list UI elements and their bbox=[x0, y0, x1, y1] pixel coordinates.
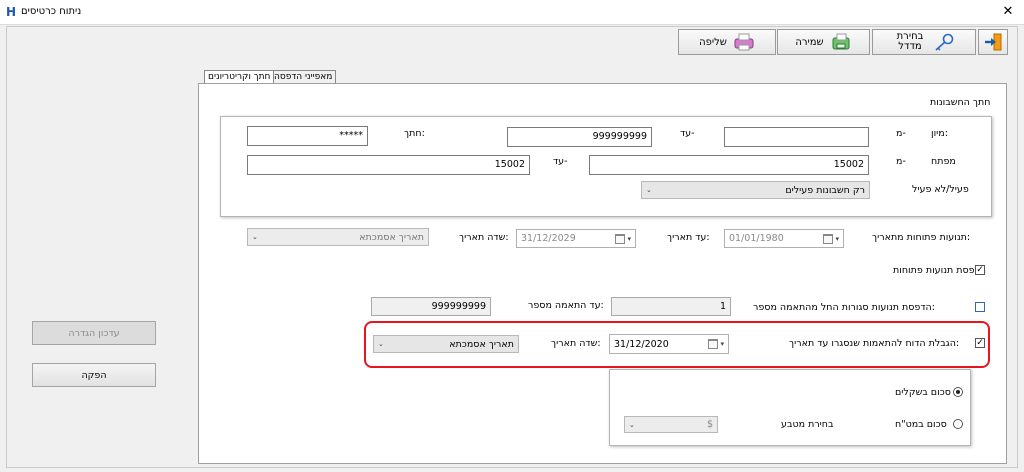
cut-input[interactable]: ***** bbox=[247, 126, 368, 146]
exit-button[interactable] bbox=[978, 29, 1008, 55]
print-open-label: הדפסת תנועות פתוחות bbox=[893, 265, 986, 276]
exit-door-icon bbox=[985, 33, 1002, 51]
key-to-label: עד- bbox=[553, 156, 568, 167]
summary-groupbox bbox=[609, 369, 971, 446]
account-section-title: חתך החשבונות bbox=[930, 97, 991, 108]
run-button[interactable]: הפקה bbox=[32, 363, 156, 387]
radio-dot bbox=[956, 390, 960, 394]
key-to-input[interactable]: 15002 bbox=[247, 155, 530, 175]
sort-from-input[interactable] bbox=[724, 127, 869, 147]
send-label: שליפה bbox=[699, 36, 727, 48]
save-icon bbox=[832, 33, 850, 50]
sort-label: מיון: bbox=[931, 128, 948, 139]
closed-matches-label: הדפסת תנועות סגורות החל מהתאמה מספר: bbox=[753, 302, 935, 313]
shekels-radio[interactable] bbox=[953, 387, 963, 397]
shekels-label: סכום בשקלים bbox=[895, 387, 951, 398]
sort-to-label: עד- bbox=[680, 128, 695, 139]
closed-to-label: עד התאמה מספר: bbox=[528, 300, 604, 311]
save-label: שמירה bbox=[795, 36, 824, 48]
open-date-field-label: שדה תאריך: bbox=[459, 232, 509, 243]
close-icon[interactable]: ✕ bbox=[996, 2, 1020, 22]
key-from-input[interactable]: 15002 bbox=[589, 155, 869, 175]
tab-print-properties[interactable]: מאפייני הדפסה bbox=[270, 70, 337, 84]
open-date-field-value: תאריך אסמכתא bbox=[359, 231, 424, 243]
update-setting-button[interactable]: עדכון הגדרה bbox=[32, 321, 156, 345]
key-icon bbox=[935, 33, 954, 51]
send-button[interactable]: שליפה bbox=[678, 29, 776, 55]
open-to-date-value: 31/12/2029 bbox=[521, 233, 576, 244]
closed-from-input[interactable]: 1 bbox=[611, 297, 731, 316]
printer-icon bbox=[734, 33, 754, 51]
currency-value: $ bbox=[706, 419, 713, 430]
chevron-down-icon: ▾ bbox=[627, 234, 631, 243]
app-icon: H bbox=[6, 5, 17, 19]
foreign-radio[interactable] bbox=[953, 419, 963, 429]
key-label: מפתח bbox=[931, 156, 956, 167]
chevron-down-icon: ▾ bbox=[835, 234, 839, 243]
active-label: פעיל/לא פעיל bbox=[912, 184, 969, 195]
active-select-value: רק חשבונות פעילים bbox=[785, 184, 865, 196]
active-select[interactable]: ⌄ רק חשבונות פעילים bbox=[641, 181, 870, 199]
key-from-label: מ- bbox=[896, 156, 906, 167]
cut-label: חתך: bbox=[404, 128, 425, 139]
window-title: ניתוח כרטיסים bbox=[21, 6, 82, 17]
calendar-icon bbox=[615, 233, 626, 244]
choose-index-button[interactable]: בחירת מדדל bbox=[872, 29, 976, 55]
sort-from-label: מ- bbox=[896, 128, 906, 139]
choose-index-label: בחירת מדדל bbox=[896, 31, 924, 52]
currency-label: בחירת מטבע bbox=[781, 419, 834, 430]
closed-matches-checkbox[interactable] bbox=[975, 302, 985, 312]
currency-select[interactable]: ⌄ $ bbox=[624, 416, 718, 433]
print-open-checkbox[interactable]: ✓ bbox=[975, 265, 985, 275]
save-button[interactable]: שמירה bbox=[777, 29, 870, 55]
foreign-label: סכום במט"ח bbox=[895, 419, 947, 430]
title-bar: H ניתוח כרטיסים ✕ bbox=[0, 0, 1024, 25]
open-date-field-select[interactable]: ⌄ תאריך אסמכתא bbox=[247, 228, 429, 246]
sort-to-input[interactable]: 999999999 bbox=[507, 127, 652, 147]
tab-criteria[interactable]: חתך וקריטריונים bbox=[204, 70, 275, 84]
open-to-label: עד תאריך: bbox=[667, 232, 710, 243]
calendar-icon bbox=[823, 233, 834, 244]
open-movements-label: תנועות פתוחות מתאריך: bbox=[872, 232, 971, 243]
closed-to-input[interactable]: 999999999 bbox=[371, 297, 491, 316]
highlight-annotation bbox=[364, 321, 990, 368]
open-from-date[interactable]: 01/01/1980 ▾ bbox=[724, 229, 844, 248]
open-from-date-value: 01/01/1980 bbox=[729, 233, 784, 244]
open-to-date[interactable]: 31/12/2029 ▾ bbox=[516, 229, 636, 248]
